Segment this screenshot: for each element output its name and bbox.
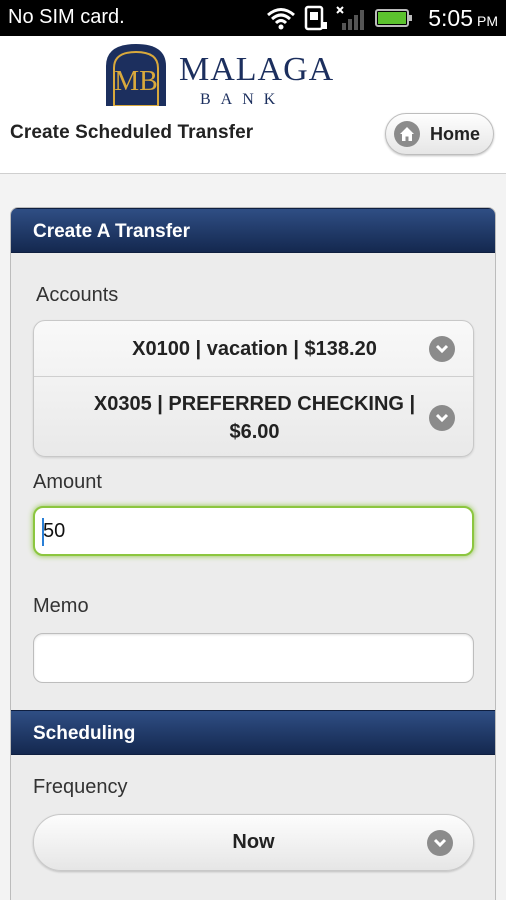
battery-icon [375, 9, 413, 27]
text-cursor [42, 518, 44, 546]
memo-label: Memo [33, 595, 89, 617]
chevron-down-icon [429, 404, 455, 431]
clock-time: 5:05 [428, 4, 473, 31]
to-account-select[interactable]: X0305 | PREFERRED CHECKING | $6.00 [34, 377, 473, 456]
malaga-bank-logo: MB MALAGA BANK [106, 44, 334, 106]
logo-monogram: MB [114, 66, 158, 97]
app-header: MB MALAGA BANK Create Scheduled Transfer… [0, 36, 506, 174]
amount-label: Amount [33, 471, 102, 493]
create-transfer-header: Create A Transfer [11, 208, 495, 253]
from-account-value: X0100 | vacation | $138.20 [132, 337, 377, 360]
logo-sub: BANK [200, 91, 285, 106]
scheduling-header: Scheduling [11, 710, 495, 755]
home-icon [394, 121, 420, 147]
status-icons: 5:05 PM [266, 0, 506, 36]
clock-ampm: PM [477, 13, 498, 29]
chevron-down-icon [427, 829, 453, 856]
frequency-label: Frequency [33, 776, 128, 798]
frequency-value: Now [232, 831, 275, 853]
page-title: Create Scheduled Transfer [10, 122, 254, 143]
accounts-select-group: X0100 | vacation | $138.20 X0305 | PREFE… [33, 320, 474, 457]
to-account-value: X0305 | PREFERRED CHECKING | $6.00 [93, 392, 416, 443]
carrier-text: No SIM card. [8, 6, 125, 28]
amount-value: 50 [43, 520, 66, 542]
transfer-form: Create A Transfer Accounts X0100 | vacat… [10, 207, 496, 900]
memo-input[interactable] [33, 633, 474, 683]
sim-icon [304, 5, 328, 31]
logo-name: MALAGA [179, 51, 334, 88]
chevron-down-icon [429, 335, 455, 362]
from-account-select[interactable]: X0100 | vacation | $138.20 [34, 321, 473, 376]
home-button[interactable]: Home [385, 113, 494, 155]
accounts-label: Accounts [36, 284, 119, 306]
home-button-label: Home [430, 123, 481, 144]
frequency-select[interactable]: Now [33, 814, 474, 871]
wifi-icon [267, 8, 296, 30]
amount-input[interactable]: 50 [33, 506, 474, 556]
signal-icon [336, 6, 365, 30]
status-bar: No SIM card. 5:05 PM [0, 0, 506, 36]
